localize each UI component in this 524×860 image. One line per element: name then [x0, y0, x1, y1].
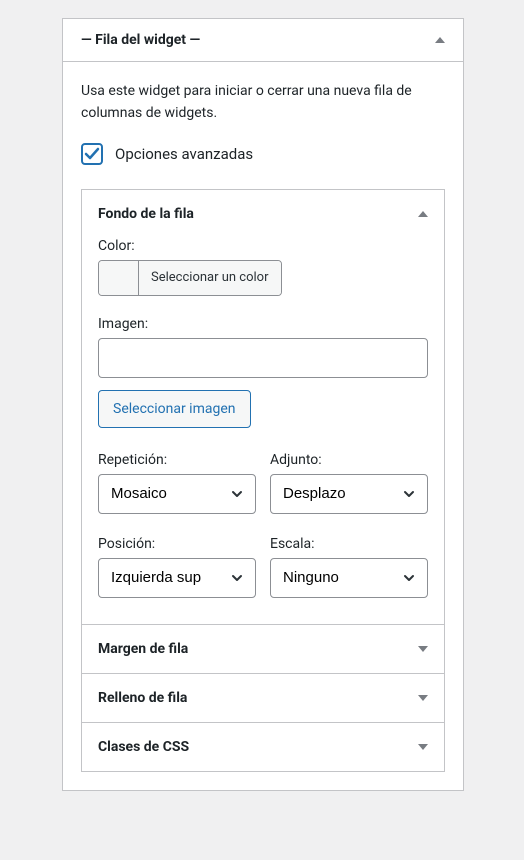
position-scale-row: Posición: Escala: [98, 536, 428, 598]
color-select-text: Seleccionar un color [139, 261, 281, 295]
collapse-up-icon [435, 37, 445, 43]
attachment-label: Adjunto: [270, 452, 428, 468]
position-select[interactable] [98, 558, 256, 598]
widget-description: Usa este widget para iniciar o cerrar un… [81, 80, 445, 125]
chevron-down-icon [418, 646, 428, 652]
position-label: Posición: [98, 536, 256, 552]
margin-title: Margen de fila [98, 641, 188, 657]
margin-header[interactable]: Margen de fila [82, 625, 444, 673]
css-classes-title: Clases de CSS [98, 739, 189, 755]
padding-title: Relleno de fila [98, 690, 187, 706]
scale-label: Escala: [270, 536, 428, 552]
advanced-panel: Fondo de la fila Color: Seleccionar un c… [81, 189, 445, 772]
repeat-select[interactable] [98, 474, 256, 514]
attachment-select[interactable] [270, 474, 428, 514]
css-classes-section: Clases de CSS [82, 723, 444, 772]
margin-section: Margen de fila [82, 625, 444, 674]
advanced-options-row: Opciones avanzadas [81, 143, 445, 165]
css-classes-header[interactable]: Clases de CSS [82, 723, 444, 771]
checkmark-icon [84, 146, 100, 162]
padding-section: Relleno de fila [82, 674, 444, 723]
background-title: Fondo de la fila [98, 206, 194, 222]
background-section: Fondo de la fila Color: Seleccionar un c… [82, 190, 444, 625]
repeat-label: Repetición: [98, 452, 256, 468]
advanced-options-label: Opciones avanzadas [115, 145, 253, 163]
color-picker[interactable]: Seleccionar un color [98, 260, 282, 296]
scale-select[interactable] [270, 558, 428, 598]
select-image-button[interactable]: Seleccionar imagen [98, 390, 251, 428]
widget-header[interactable]: — Fila del widget — [63, 19, 463, 62]
widget-panel: — Fila del widget — Usa este widget para… [62, 18, 464, 791]
image-label: Imagen: [98, 316, 428, 332]
padding-header[interactable]: Relleno de fila [82, 674, 444, 722]
advanced-options-checkbox[interactable] [81, 143, 103, 165]
widget-title: — Fila del widget — [81, 32, 200, 48]
repeat-attachment-row: Repetición: Adjunto: [98, 452, 428, 514]
chevron-down-icon [418, 695, 428, 701]
widget-body: Usa este widget para iniciar o cerrar un… [63, 62, 463, 790]
background-header[interactable]: Fondo de la fila [82, 190, 444, 238]
color-label: Color: [98, 238, 428, 254]
collapse-up-icon [418, 211, 428, 217]
background-body: Color: Seleccionar un color Imagen: Sele… [82, 238, 444, 624]
chevron-down-icon [418, 744, 428, 750]
color-swatch [99, 261, 139, 295]
image-input[interactable] [98, 338, 428, 378]
